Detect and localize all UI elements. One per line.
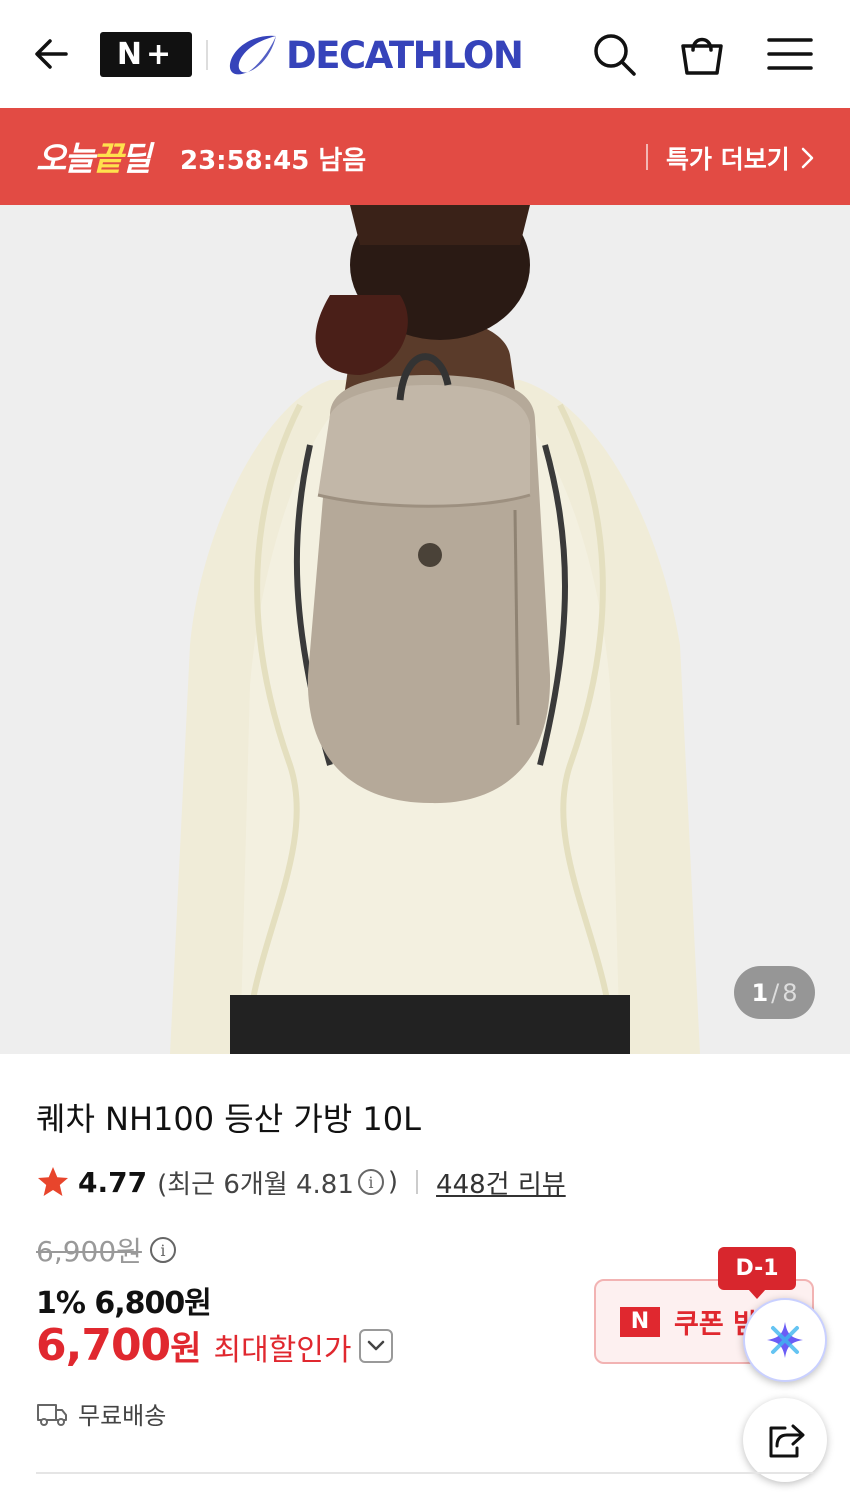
deal-more-link[interactable]: 특가 더보기 [666,140,818,176]
menu-icon[interactable] [764,28,816,80]
deal-logo-text: 오늘끝딜 [36,139,151,178]
shipping-info: 무료배송 [36,1396,166,1431]
share-icon [769,1424,805,1458]
decathlon-mark-icon [229,35,276,75]
image-counter-current: 1 [751,978,769,1007]
deal-banner[interactable]: 오늘끝딜 23:58:45 남음 특가 더보기 [0,108,850,205]
shipping-label: 무료배송 [78,1402,167,1430]
ai-sparkle-icon [767,1322,803,1358]
dday-badge: D-1 [718,1247,796,1299]
search-icon[interactable] [588,28,640,80]
max-price-value: 6,700 [36,1320,171,1371]
sale-price-line: 1% 6,800원 [36,1286,212,1321]
max-discount-label: 최대할인가 [213,1333,352,1368]
deal-more-label: 특가 더보기 [666,145,790,174]
recent-rating-text: (최근 6개월 4.81 [157,1169,354,1200]
info-icon[interactable]: i [357,1169,384,1195]
nplus-store-badge[interactable]: N+ [100,32,192,77]
product-photo-illustration [0,205,850,1054]
recent-rating: (최근 6개월 4.81 i ) [157,1164,398,1201]
product-image[interactable] [0,205,850,1054]
brand-name: DECATHLON [286,33,524,77]
shopping-bag-icon[interactable] [676,28,728,80]
brand-logo[interactable]: DECATHLON [226,30,524,80]
rating-value: 4.77 [78,1165,148,1199]
share-button[interactable] [743,1398,827,1482]
deal-divider [646,144,648,170]
back-arrow-icon[interactable] [28,30,76,78]
product-title: 퀘차 NH100 등산 가방 10L [36,1100,421,1138]
image-counter: 1 / 8 [734,966,815,1019]
max-price-won: 원 [170,1329,202,1369]
price-info-icon[interactable]: i [149,1237,176,1263]
max-discount-price: 6,700 원 최대할인가 [36,1320,394,1371]
star-icon [38,1167,68,1196]
original-price: 6,900원 i [36,1230,176,1270]
header-divider [206,40,208,70]
image-counter-sep: / [771,978,780,1007]
deal-logo: 오늘끝딜 [36,132,151,180]
chevron-down-icon [368,1340,385,1350]
deal-logo-highlight: 끝 [92,139,123,178]
truck-icon [37,1403,67,1426]
price-detail-toggle[interactable] [359,1328,394,1363]
recent-rating-close: ) [387,1167,399,1197]
rating-divider [416,1170,419,1194]
top-header: N+ DECATHLON [0,0,850,108]
ai-assistant-button[interactable] [743,1298,827,1382]
chevron-right-icon [801,147,813,169]
review-count-link[interactable]: 448건 리뷰 [436,1164,566,1201]
section-divider [36,1472,814,1474]
original-price-value: 6,900원 [36,1235,142,1268]
image-counter-total: 8 [782,978,798,1007]
deal-countdown: 23:58:45 남음 [180,146,367,176]
naver-n-icon: N [620,1306,660,1337]
rating-row: 4.77 (최근 6개월 4.81 i ) 448건 리뷰 [36,1162,566,1202]
